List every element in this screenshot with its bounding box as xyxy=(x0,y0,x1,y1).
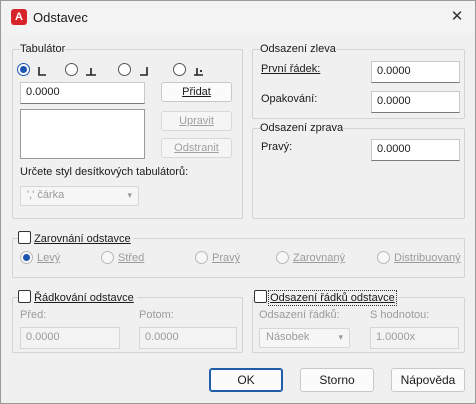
tab-list[interactable] xyxy=(20,109,145,159)
title-bar: A Odstavec ✕ xyxy=(1,1,475,33)
spacing-at-input[interactable]: 1.0000x xyxy=(370,327,459,349)
dialog-title: Odstavec xyxy=(33,10,88,25)
tabulator-group-label: Tabulátor xyxy=(20,43,66,55)
right-tab-icon xyxy=(140,67,148,76)
paragraph-spacing-checkbox-label: Odsazení řádků odstavce xyxy=(268,290,397,306)
align-center-radio[interactable] xyxy=(101,251,114,264)
first-line-input[interactable]: 0.0000 xyxy=(371,61,460,83)
decimal-style-value: ',' čárka xyxy=(27,189,65,201)
paragraph-spacing-group-header: Odsazení řádků odstavce xyxy=(254,290,398,306)
hanging-indent-label: Opakování: xyxy=(261,93,318,105)
line-spacing-type-select[interactable]: Násobek ▾ xyxy=(259,328,350,348)
line-spacing-type-label: Odsazení řádků: xyxy=(259,309,340,321)
paragraph-spacing-checkbox[interactable] xyxy=(254,290,267,303)
line-spacing-group-header: Řádkování odstavce xyxy=(18,290,137,304)
before-label: Před: xyxy=(20,309,47,321)
chevron-down-icon: ▾ xyxy=(127,190,132,200)
spacing-at-label: S hodnotou: xyxy=(370,309,430,321)
hanging-indent-input[interactable]: 0.0000 xyxy=(371,91,460,113)
chevron-down-icon: ▾ xyxy=(338,332,343,342)
align-distribute-label: Distribuovaný xyxy=(394,252,461,264)
center-tab-icon xyxy=(86,68,96,76)
autocad-app-icon: A xyxy=(11,9,27,25)
modify-tab-button[interactable]: Upravit xyxy=(161,111,232,131)
first-line-label: První řádek: xyxy=(261,63,321,75)
align-left-radio[interactable] xyxy=(20,251,33,264)
line-spacing-type-value: Násobek xyxy=(266,331,310,343)
paragraph-dialog: A Odstavec ✕ Tabulátor 0.0000 Přidat Upr… xyxy=(0,0,476,404)
align-right-radio[interactable] xyxy=(195,251,208,264)
indent-right-group-label: Odsazení zprava xyxy=(260,122,344,134)
alignment-checkbox[interactable] xyxy=(18,231,31,244)
close-icon[interactable]: ✕ xyxy=(445,5,469,29)
tab-left-radio[interactable] xyxy=(17,63,30,76)
ok-button[interactable]: OK xyxy=(209,368,283,392)
align-justify-label: Zarovnaný xyxy=(293,252,345,264)
tab-value-input[interactable]: 0.0000 xyxy=(20,82,145,104)
tab-right-radio[interactable] xyxy=(118,63,131,76)
after-input[interactable]: 0.0000 xyxy=(139,327,237,349)
cancel-button[interactable]: Storno xyxy=(300,368,374,392)
modify-tab-button-label: Upravit xyxy=(179,115,214,127)
right-indent-input[interactable]: 0.0000 xyxy=(371,139,460,161)
add-tab-button-label: Přidat xyxy=(182,86,211,98)
line-spacing-checkbox[interactable] xyxy=(18,290,31,303)
add-tab-button[interactable]: Přidat xyxy=(161,82,232,102)
decimal-tab-icon xyxy=(194,68,203,76)
decimal-style-select[interactable]: ',' čárka ▾ xyxy=(20,186,139,206)
tab-decimal-radio[interactable] xyxy=(173,63,186,76)
align-left-label: Levý xyxy=(37,252,61,264)
alignment-checkbox-label: Zarovnání odstavce xyxy=(34,233,131,245)
align-right-label: Pravý xyxy=(212,252,241,264)
line-spacing-checkbox-label: Řádkování odstavce xyxy=(34,292,134,304)
alignment-group-header: Zarovnání odstavce xyxy=(18,231,134,245)
before-input[interactable]: 0.0000 xyxy=(20,327,120,349)
remove-tab-button-label: Odstranit xyxy=(174,142,219,154)
align-distribute-radio[interactable] xyxy=(377,251,390,264)
tab-center-radio[interactable] xyxy=(65,63,78,76)
left-tab-icon xyxy=(38,67,46,76)
after-label: Potom: xyxy=(139,309,174,321)
indent-left-group-label: Odsazení zleva xyxy=(260,43,336,55)
right-indent-label: Pravý: xyxy=(261,141,293,153)
align-justify-radio[interactable] xyxy=(276,251,289,264)
help-button[interactable]: Nápověda xyxy=(391,368,465,392)
decimal-style-label: Určete styl desítkových tabulátorů: xyxy=(20,166,189,178)
align-center-label: Střed xyxy=(118,252,145,264)
remove-tab-button[interactable]: Odstranit xyxy=(161,138,232,158)
